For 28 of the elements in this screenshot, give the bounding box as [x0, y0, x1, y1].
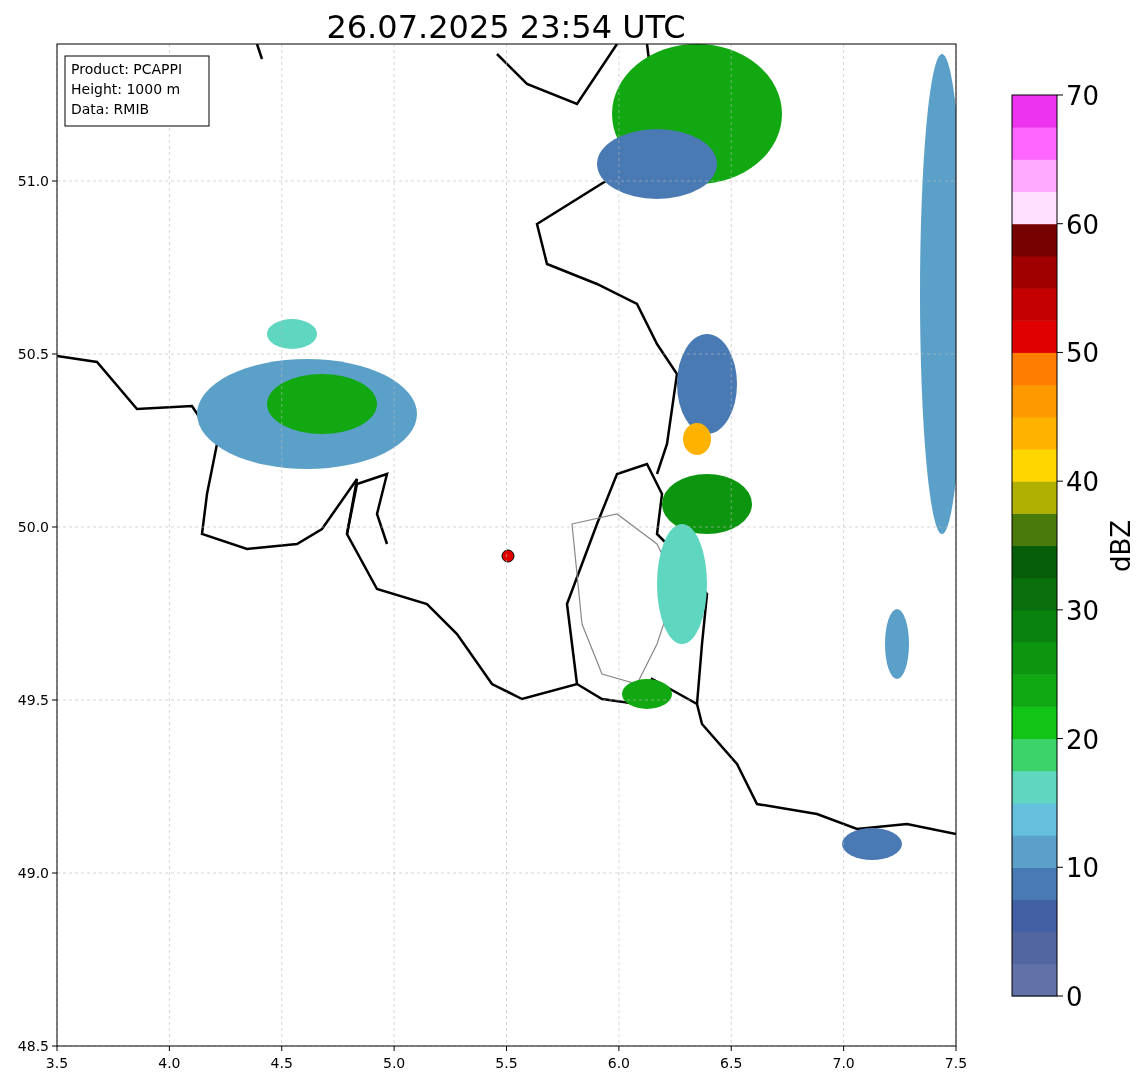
colorbar-tick-label: 20 — [1066, 724, 1100, 755]
colorbar-label: dBZ — [1106, 519, 1136, 573]
colorbar-tick-label: 30 — [1066, 595, 1100, 626]
colorbar-tick-label: 50 — [1066, 338, 1100, 369]
legend-text: Product: PCAPPI — [71, 61, 183, 77]
y-tick-label: 51.0 — [17, 173, 49, 189]
colorbar-tick-label: 0 — [1066, 982, 1083, 1012]
y-tick-label: 50.5 — [17, 346, 49, 362]
x-tick-label: 4.5 — [270, 1055, 293, 1071]
y-tick-label: 50.0 — [17, 519, 49, 535]
legend-text: Data: RMIB — [71, 101, 150, 117]
chart-title: 26.07.2025 23:54 UTC — [326, 8, 686, 46]
colorbar-tick-label: 70 — [1066, 81, 1100, 111]
y-tick-label: 48.5 — [17, 1038, 49, 1054]
colorbar-tick-label: 40 — [1066, 467, 1100, 498]
x-tick-label: 6.0 — [607, 1055, 630, 1071]
x-tick-label: 7.0 — [832, 1055, 855, 1071]
colorbar-tick-label: 60 — [1066, 209, 1100, 240]
x-tick-label: 3.5 — [45, 1055, 69, 1071]
legend-text: Height: 1000 m — [71, 81, 181, 97]
x-tick-label: 5.5 — [495, 1055, 518, 1071]
x-tick-label: 5.0 — [383, 1055, 406, 1071]
colorbar-tick-label: 10 — [1066, 853, 1100, 884]
x-tick-label: 6.5 — [720, 1055, 743, 1071]
y-tick-label: 49.0 — [17, 865, 49, 881]
x-tick-label: 4.0 — [158, 1055, 181, 1071]
y-tick-label: 49.5 — [17, 692, 49, 708]
x-tick-label: 7.5 — [944, 1055, 968, 1071]
